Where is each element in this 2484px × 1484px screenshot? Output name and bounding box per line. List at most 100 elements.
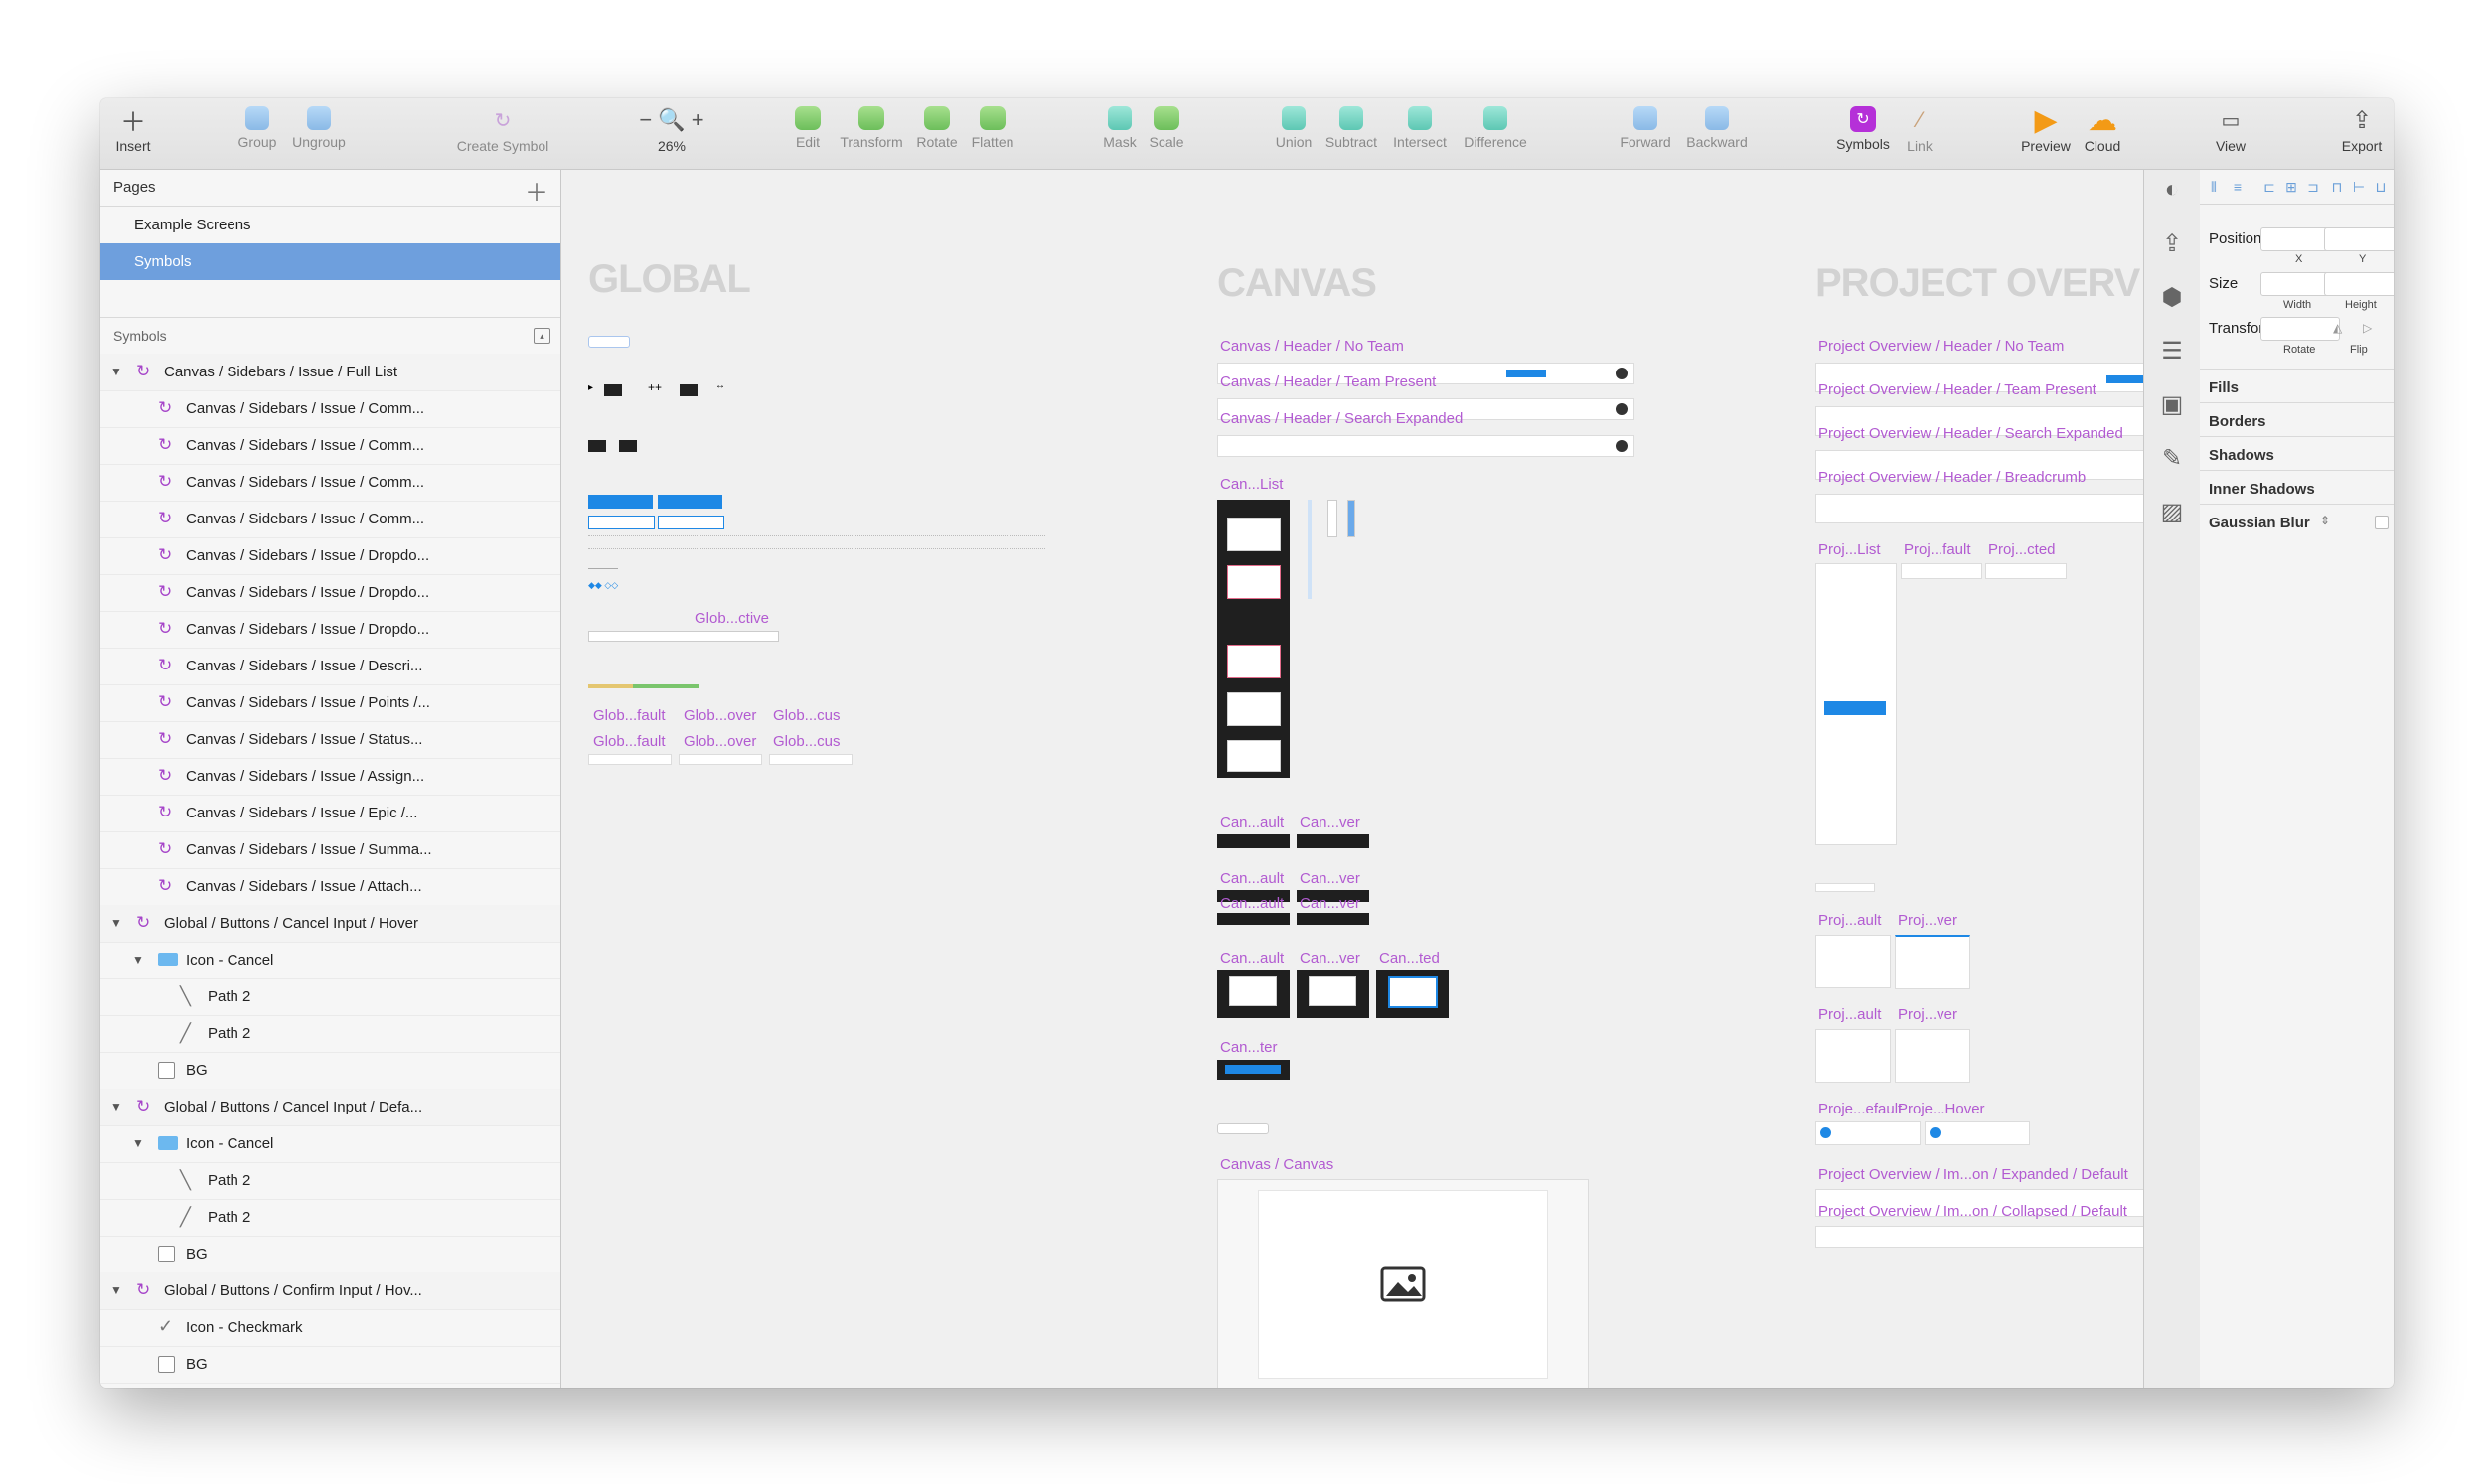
artboard-label-po-breadcrumb[interactable]: Project Overview / Header / Breadcrumb — [1818, 469, 2086, 486]
artboard-label-canvas-r1-1[interactable]: Can...ver — [1300, 815, 1360, 831]
layer-row[interactable]: ↻ Canvas / Sidebars / Issue / Dropdo... — [100, 537, 560, 575]
layer-row[interactable]: BG — [100, 1236, 560, 1273]
artboard-label-canvas-header-no-team[interactable]: Canvas / Header / No Team — [1220, 338, 1404, 355]
distribute-icon[interactable]: ≡ — [2230, 179, 2246, 195]
disclosure-triangle-icon[interactable]: ▼ — [132, 953, 144, 966]
cloud-button[interactable]: ☁ Cloud — [2063, 104, 2142, 155]
artboard-label-po-collapsed[interactable]: Project Overview / Im...on / Collapsed /… — [1818, 1203, 2127, 1220]
align-top-icon[interactable]: ⊓ — [2329, 179, 2345, 195]
artboard-label-glob-fault-2[interactable]: Glob...fault — [593, 733, 666, 750]
collapse-icon[interactable]: ▴ — [534, 328, 550, 344]
artboard-label-po-list[interactable]: Proj...List — [1818, 541, 1881, 558]
share-icon[interactable]: ⇪ — [2156, 227, 2188, 259]
artboard-label-po-r3-0[interactable]: Proje...efault — [1818, 1101, 1902, 1117]
layer-row[interactable]: ↻ Canvas / Sidebars / Issue / Comm... — [100, 464, 560, 502]
disclosure-triangle-icon[interactable]: ▼ — [110, 1283, 122, 1297]
artboard-label-glob-cus-1[interactable]: Glob...cus — [773, 707, 841, 724]
align-middle-icon[interactable]: ⊢ — [2351, 179, 2367, 195]
artboard-label-glob-fault-1[interactable]: Glob...fault — [593, 707, 666, 724]
artboard-label-canvas-r2-0[interactable]: Can...ault — [1220, 870, 1284, 887]
scale-button[interactable]: Scale — [1127, 106, 1206, 150]
blur-stepper-icon[interactable]: ⇕ — [2320, 514, 2330, 527]
disclosure-triangle-icon[interactable]: ▼ — [132, 1136, 144, 1150]
layer-row[interactable]: ▼ ↻ Canvas / Sidebars / Issue / Full List — [100, 354, 560, 391]
artboard-label-po-r3-1[interactable]: Proje...Hover — [1898, 1101, 1985, 1117]
overrides-icon[interactable]: ☰ — [2156, 335, 2188, 367]
page-item-symbols[interactable]: Symbols — [100, 243, 560, 280]
canvas[interactable]: GLOBAL ▸ ++ ↔ ◆◆ ◇◇ Glob...ctive Glob...… — [561, 170, 2143, 1388]
symbol-source-icon[interactable]: ▣ — [2156, 388, 2188, 420]
align-center-icon[interactable]: ⊞ — [2283, 179, 2299, 195]
insert-button[interactable]: ＋ Insert — [100, 106, 173, 155]
view-button[interactable]: ▭ View — [2191, 106, 2270, 155]
fills-section[interactable]: Fills — [2200, 369, 2394, 405]
artboard-label-po-team[interactable]: Project Overview / Header / Team Present — [1818, 381, 2096, 398]
backward-button[interactable]: Backward — [1677, 106, 1757, 150]
artboard-label-canvas-header-team[interactable]: Canvas / Header / Team Present — [1220, 373, 1436, 390]
artboard-label-global-active[interactable]: Glob...ctive — [695, 610, 769, 627]
rotate-input[interactable] — [2260, 317, 2340, 341]
shadows-section[interactable]: Shadows — [2200, 436, 2394, 473]
layer-row[interactable]: ↻ Canvas / Sidebars / Issue / Comm... — [100, 427, 560, 465]
inner-shadows-section[interactable]: Inner Shadows — [2200, 470, 2394, 507]
difference-button[interactable]: Difference — [1456, 106, 1535, 150]
layer-row[interactable]: BG — [100, 1346, 560, 1384]
layer-row[interactable]: ╲ Path 2 — [100, 978, 560, 1016]
gaussian-blur-section[interactable]: Gaussian Blur ⇕ — [2200, 504, 2394, 540]
layer-row[interactable]: ↻ Canvas / Sidebars / Issue / Points /... — [100, 684, 560, 722]
blur-enable-checkbox[interactable] — [2375, 516, 2389, 529]
artboard-label-po-no-team[interactable]: Project Overview / Header / No Team — [1818, 338, 2064, 355]
align-left-icon[interactable]: ⫴ — [2206, 179, 2222, 195]
artboard-label-canvas-header-search[interactable]: Canvas / Header / Search Expanded — [1220, 410, 1463, 427]
artboard-label-glob-cus-2[interactable]: Glob...cus — [773, 733, 841, 750]
layer-row[interactable]: BG — [100, 1052, 560, 1090]
artboard-label-po-expanded[interactable]: Project Overview / Im...on / Expanded / … — [1818, 1166, 2128, 1183]
subtract-button[interactable]: Subtract — [1312, 106, 1391, 150]
flip-vertical-icon[interactable]: ▷ — [2363, 321, 2372, 335]
layer-row[interactable]: ╲ Path 2 — [100, 1162, 560, 1200]
flatten-button[interactable]: Flatten — [953, 106, 1032, 150]
export-button[interactable]: ⇪ Export — [2322, 106, 2394, 155]
layer-row[interactable]: ↻ Canvas / Sidebars / Issue / Comm... — [100, 501, 560, 538]
align-left-edge-icon[interactable]: ⊏ — [2261, 179, 2277, 195]
artboard-label-po-r1-0[interactable]: Proj...ault — [1818, 912, 1881, 929]
layer-row[interactable]: ↻ Canvas / Sidebars / Issue / Attach... — [100, 868, 560, 906]
layer-row[interactable]: ↻ Canvas / Sidebars / Issue / Epic /... — [100, 795, 560, 832]
layer-row[interactable]: ▼ ↻ Global / Buttons / Confirm Input / Hov… — [100, 1272, 560, 1310]
artboard-label-canvas-canvas[interactable]: Canvas / Canvas — [1220, 1156, 1333, 1173]
artboard-label-glob-over-2[interactable]: Glob...over — [684, 733, 756, 750]
layer-row[interactable]: ↻ Canvas / Sidebars / Issue / Status... — [100, 721, 560, 759]
link-button[interactable]: ⁄ Link — [1880, 106, 1959, 154]
artboard-label-canvas-r3-0[interactable]: Can...ault — [1220, 950, 1284, 966]
layer-row[interactable]: ╱ Path 2 — [100, 1199, 560, 1237]
image-fill-icon[interactable]: ▨ — [2156, 496, 2188, 527]
artboard-label-po-r2-0[interactable]: Proj...ault — [1818, 1006, 1881, 1023]
layer-row[interactable]: ▼ Icon - Cancel — [100, 1125, 560, 1163]
align-bottom-icon[interactable]: ⊔ — [2373, 179, 2389, 195]
layer-row[interactable]: ▼ ↻ Global / Buttons / Cancel Input / Defa… — [100, 1089, 560, 1126]
add-page-icon[interactable]: ＋ — [525, 173, 548, 208]
layer-row[interactable]: ▼ Icon - Cancel — [100, 942, 560, 979]
height-input[interactable] — [2324, 272, 2394, 296]
disclosure-triangle-icon[interactable]: ▼ — [110, 916, 122, 930]
hexagon-icon[interactable]: ⬢ — [2156, 281, 2188, 313]
layer-row[interactable]: ╱ Path 2 — [100, 1015, 560, 1053]
layer-row[interactable]: ▼ ↻ Global / Buttons / Cancel Input / Hove… — [100, 905, 560, 943]
layer-row[interactable]: ↻ Canvas / Sidebars / Issue / Summa... — [100, 831, 560, 869]
page-item-example-screens[interactable]: Example Screens — [100, 207, 560, 243]
artboard-label-po-fault[interactable]: Proj...fault — [1904, 541, 1971, 558]
artboard-label-canvas-r2b-1[interactable]: Can...ver — [1300, 895, 1360, 912]
layer-row[interactable]: ✓ Icon - Checkmark — [100, 1309, 560, 1347]
layer-row[interactable]: ↻ Canvas / Sidebars / Issue / Comm... — [100, 390, 560, 428]
intersect-button[interactable]: Intersect — [1380, 106, 1460, 150]
disclosure-triangle-icon[interactable]: ▼ — [110, 1100, 122, 1113]
forward-button[interactable]: Forward — [1606, 106, 1685, 150]
borders-section[interactable]: Borders — [2200, 402, 2394, 439]
artboard-label-canvas-footer[interactable]: Can...ter — [1220, 1039, 1278, 1056]
artboard-label-canvas-r1-0[interactable]: Can...ault — [1220, 815, 1284, 831]
edit-path-icon[interactable]: ✎ — [2156, 442, 2188, 474]
artboard-label-canvas-r2b-0[interactable]: Can...ault — [1220, 895, 1284, 912]
artboard-label-po-cted[interactable]: Proj...cted — [1988, 541, 2056, 558]
create-symbol-button[interactable]: ↻ Create Symbol — [443, 106, 562, 155]
artboard-label-po-r1-1[interactable]: Proj...ver — [1898, 912, 1957, 929]
